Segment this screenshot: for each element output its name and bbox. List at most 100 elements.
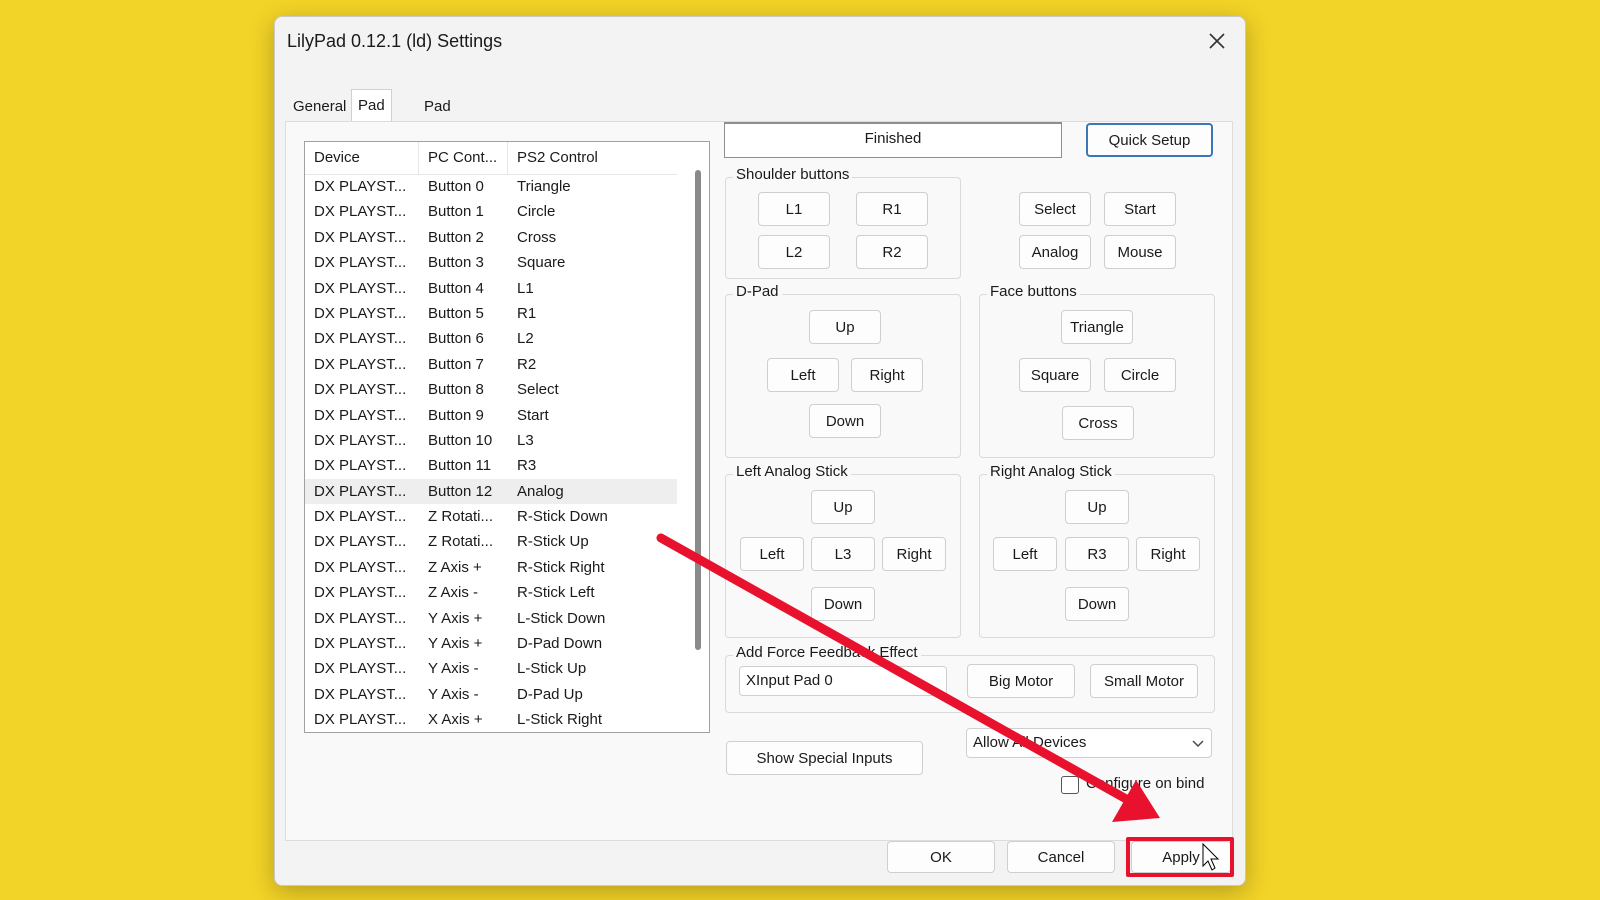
device-filter-select[interactable]: Allow All Devices: [966, 728, 1212, 758]
r1-button[interactable]: R1: [856, 192, 928, 226]
pc-control-cell: Button 1: [428, 203, 484, 221]
device-cell: DX PLAYST...: [314, 431, 407, 449]
device-cell: DX PLAYST...: [314, 355, 407, 373]
table-row[interactable]: DX PLAYST... Z Rotati... R-Stick Down: [305, 504, 677, 529]
table-row[interactable]: DX PLAYST... Y Axis - L-Stick Up: [305, 656, 677, 681]
device-cell: DX PLAYST...: [314, 685, 407, 703]
pc-control-cell: Button 7: [428, 355, 484, 373]
ps2-control-cell: R3: [517, 457, 537, 475]
device-filter-value: Allow All Devices: [973, 734, 1087, 751]
table-row[interactable]: DX PLAYST... Y Axis - D-Pad Up: [305, 682, 677, 707]
left-stick-down-button[interactable]: Down: [811, 587, 875, 621]
left-stick-left-button[interactable]: Left: [740, 537, 804, 571]
table-row[interactable]: DX PLAYST... Button 12 Analog: [305, 478, 677, 505]
window-title: LilyPad 0.12.1 (ld) Settings: [287, 31, 503, 51]
pc-control-cell: Button 3: [428, 254, 484, 272]
quick-setup-button[interactable]: Quick Setup: [1086, 123, 1213, 157]
table-row[interactable]: DX PLAYST... Button 9 Start: [305, 403, 677, 428]
triangle-button[interactable]: Triangle: [1061, 310, 1133, 344]
dpad-down-button[interactable]: Down: [809, 404, 881, 438]
analog-button[interactable]: Analog: [1019, 235, 1091, 269]
settings-dialog: LilyPad 0.12.1 (ld) Settings General Pad…: [274, 16, 1246, 886]
pc-control-cell: Button 2: [428, 228, 484, 246]
pc-control-cell: Y Axis +: [428, 609, 483, 627]
right-stick-down-button[interactable]: Down: [1065, 587, 1129, 621]
ps2-control-cell: Select: [517, 381, 559, 399]
circle-button[interactable]: Circle: [1104, 358, 1176, 392]
pc-control-cell: Button 8: [428, 381, 484, 399]
binding-list[interactable]: Device PC Cont... PS2 Control DX PLAYST.…: [304, 141, 710, 733]
tab-general[interactable]: General: [287, 93, 352, 121]
list-scrollbar[interactable]: [695, 170, 701, 650]
ps2-control-cell: R-Stick Up: [517, 533, 589, 551]
force-feedback-device-field[interactable]: XInput Pad 0: [739, 666, 947, 696]
close-button[interactable]: [1197, 23, 1237, 59]
column-pc-control[interactable]: PC Cont...: [419, 142, 508, 174]
title-bar[interactable]: LilyPad 0.12.1 (ld) Settings: [275, 17, 1245, 65]
device-cell: DX PLAYST...: [314, 178, 407, 195]
configure-on-bind-checkbox[interactable]: [1061, 776, 1079, 794]
show-special-inputs-button[interactable]: Show Special Inputs: [726, 741, 923, 775]
table-row[interactable]: DX PLAYST... Button 3 Square: [305, 250, 677, 275]
column-ps2-control[interactable]: PS2 Control: [508, 142, 677, 174]
table-row[interactable]: DX PLAYST... Button 10 L3: [305, 428, 677, 453]
table-row[interactable]: DX PLAYST... X Axis + L-Stick Right: [305, 707, 677, 732]
dpad-label: D-Pad: [733, 283, 782, 300]
square-button[interactable]: Square: [1019, 358, 1091, 392]
device-cell: DX PLAYST...: [314, 609, 407, 627]
small-motor-button[interactable]: Small Motor: [1090, 664, 1198, 698]
left-stick-up-button[interactable]: Up: [811, 490, 875, 524]
close-icon: [1209, 33, 1225, 49]
tab-pad-2[interactable]: Pad 2: [418, 93, 457, 143]
left-stick-right-button[interactable]: Right: [882, 537, 946, 571]
right-stick-up-button[interactable]: Up: [1065, 490, 1129, 524]
ps2-control-cell: L-Stick Up: [517, 660, 587, 678]
select-button[interactable]: Select: [1019, 192, 1091, 226]
table-row[interactable]: DX PLAYST... Y Axis + D-Pad Down: [305, 631, 677, 656]
table-row[interactable]: DX PLAYST... Button 2 Cross: [305, 225, 677, 250]
table-row[interactable]: DX PLAYST... Button 8 Select: [305, 377, 677, 402]
table-row[interactable]: DX PLAYST... Button 5 R1: [305, 301, 677, 326]
table-row[interactable]: DX PLAYST... Z Rotati... R-Stick Up: [305, 529, 677, 554]
ps2-control-cell: R-Stick Down: [517, 508, 608, 526]
table-row[interactable]: DX PLAYST... Y Axis + L-Stick Down: [305, 606, 677, 631]
table-row[interactable]: DX PLAYST... Button 1 Circle: [305, 199, 677, 224]
dpad-right-button[interactable]: Right: [851, 358, 923, 392]
column-device[interactable]: Device: [305, 142, 419, 174]
start-button[interactable]: Start: [1104, 192, 1176, 226]
pc-control-cell: Z Rotati...: [428, 533, 494, 551]
pc-control-cell: Button 6: [428, 330, 484, 348]
list-header: Device PC Cont... PS2 Control: [305, 142, 677, 175]
mouse-button[interactable]: Mouse: [1104, 235, 1176, 269]
ok-button[interactable]: OK: [887, 841, 995, 873]
r2-button[interactable]: R2: [856, 235, 928, 269]
left-stick-label: Left Analog Stick: [733, 463, 851, 480]
device-cell: DX PLAYST...: [314, 304, 407, 322]
cancel-button[interactable]: Cancel: [1007, 841, 1115, 873]
table-row[interactable]: DX PLAYST... Button 11 R3: [305, 453, 677, 478]
table-row[interactable]: DX PLAYST... Button 6 L2: [305, 326, 677, 351]
l1-button[interactable]: L1: [758, 192, 830, 226]
dpad-left-button[interactable]: Left: [767, 358, 839, 392]
right-stick-right-button[interactable]: Right: [1136, 537, 1200, 571]
tab-pad-1[interactable]: Pad 1: [351, 89, 392, 146]
ps2-control-cell: Cross: [517, 228, 557, 246]
table-row[interactable]: DX PLAYST... Z Axis + R-Stick Right: [305, 555, 677, 580]
cross-button[interactable]: Cross: [1062, 406, 1134, 440]
l3-button[interactable]: L3: [811, 537, 875, 571]
table-row[interactable]: DX PLAYST... Button 4 L1: [305, 276, 677, 301]
pc-control-cell: Y Axis -: [428, 660, 479, 678]
big-motor-button[interactable]: Big Motor: [967, 664, 1075, 698]
table-row[interactable]: DX PLAYST... Button 0 Triangle: [305, 174, 677, 199]
dpad-up-button[interactable]: Up: [809, 310, 881, 344]
device-cell: DX PLAYST...: [314, 457, 407, 475]
device-cell: DX PLAYST...: [314, 635, 407, 653]
l2-button[interactable]: L2: [758, 235, 830, 269]
right-stick-left-button[interactable]: Left: [993, 537, 1057, 571]
r3-button[interactable]: R3: [1065, 537, 1129, 571]
ps2-control-cell: R2: [517, 355, 537, 373]
table-row[interactable]: DX PLAYST... Button 7 R2: [305, 352, 677, 377]
device-cell: DX PLAYST...: [314, 279, 407, 297]
table-row[interactable]: DX PLAYST... Z Axis - R-Stick Left: [305, 580, 677, 605]
ps2-control-cell: Circle: [517, 203, 556, 221]
